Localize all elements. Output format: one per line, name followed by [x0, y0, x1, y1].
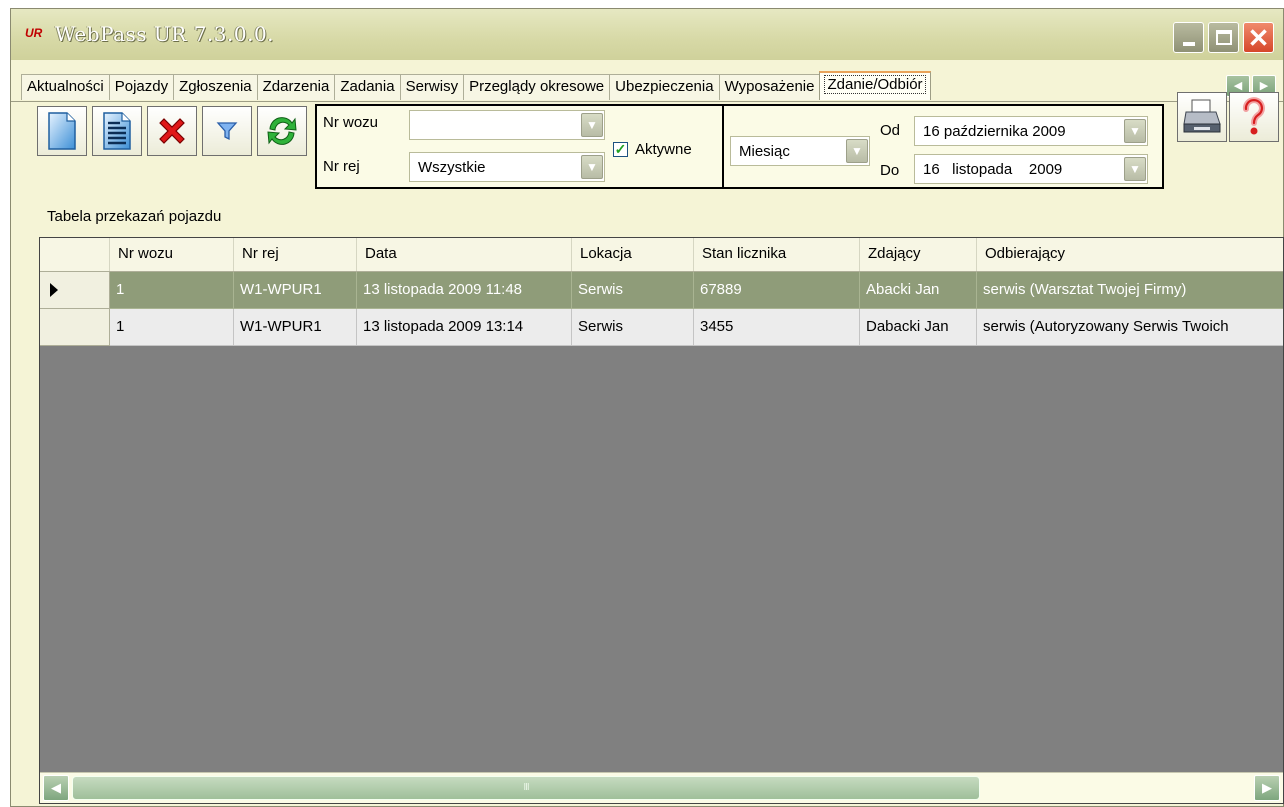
help-icon [1242, 97, 1265, 135]
table-header: Nr wozu Nr rej Data Lokacja Stan licznik… [40, 238, 1283, 272]
scroll-left-icon[interactable]: ◀ [43, 775, 69, 801]
tab-zdanie-odbior[interactable]: Zdanie/Odbiór [819, 71, 931, 100]
current-row-arrow-icon [50, 283, 58, 297]
chevron-down-icon[interactable]: ▼ [1124, 119, 1146, 143]
cell-lokacja[interactable]: Serwis [572, 272, 694, 309]
tab-przeglady[interactable]: Przeglądy okresowe [463, 74, 611, 100]
close-button[interactable]: ✕ [1243, 22, 1274, 53]
cell-lokacja[interactable]: Serwis [572, 309, 694, 346]
minimize-icon [1182, 41, 1195, 46]
from-date-picker[interactable]: 16 października 2009 ▼ [914, 116, 1148, 146]
table-row[interactable]: 1 W1-WPUR1 13 listopada 2009 11:48 Serwi… [40, 272, 1283, 309]
tab-aktualnosci[interactable]: Aktualności [21, 74, 110, 100]
filter-icon [216, 122, 238, 141]
window-title: WebPass UR 7.3.0.0. [55, 22, 275, 46]
cell-zdajacy[interactable]: Dabacki Jan [860, 309, 977, 346]
to-date-value: 16 listopada 2009 [923, 161, 1063, 178]
from-date-value: 16 października 2009 [923, 123, 1066, 140]
cell-stan-licznika[interactable]: 67889 [694, 272, 860, 309]
to-label: Do [880, 162, 900, 179]
cell-nr-rej[interactable]: W1-WPUR1 [234, 309, 357, 346]
tab-zadania[interactable]: Zadania [334, 74, 401, 100]
column-header-stan-licznika[interactable]: Stan licznika [694, 238, 860, 271]
refresh-icon [267, 117, 297, 145]
help-button[interactable] [1229, 92, 1279, 142]
active-checkbox[interactable]: ✓ [613, 142, 628, 157]
nr-wozu-label: Nr wozu [323, 114, 379, 131]
maximize-icon [1215, 30, 1232, 45]
period-combo[interactable]: Miesiąc ▼ [730, 136, 870, 166]
filter-button[interactable] [202, 106, 252, 156]
header-corner [40, 238, 110, 271]
date-range-panel: Miesiąc ▼ Od 16 października 2009 ▼ Do 1… [722, 104, 1164, 189]
print-button[interactable] [1177, 92, 1227, 142]
cell-odbierajacy[interactable]: serwis (Warsztat Twojej Firmy) [977, 272, 1283, 309]
column-header-zdajacy[interactable]: Zdający [860, 238, 977, 271]
cell-data[interactable]: 13 listopada 2009 13:14 [357, 309, 572, 346]
document-list-icon [103, 112, 131, 150]
active-label: Aktywne [635, 141, 692, 158]
column-header-nr-wozu[interactable]: Nr wozu [110, 238, 234, 271]
cell-odbierajacy[interactable]: serwis (Autoryzowany Serwis Twoich [977, 309, 1283, 346]
chevron-down-icon[interactable]: ▼ [1124, 157, 1146, 181]
nr-rej-combo[interactable]: Wszystkie ▼ [409, 152, 605, 182]
period-value: Miesiąc [739, 143, 790, 160]
cell-zdajacy[interactable]: Abacki Jan [860, 272, 977, 309]
column-header-nr-rej[interactable]: Nr rej [234, 238, 357, 271]
column-header-odbierajacy[interactable]: Odbierający [977, 238, 1283, 271]
minimize-button[interactable] [1173, 22, 1204, 53]
to-date-picker[interactable]: 16 listopada 2009 ▼ [914, 154, 1148, 184]
chevron-down-icon[interactable]: ▼ [581, 155, 603, 179]
new-button[interactable] [37, 106, 87, 156]
cell-nr-wozu[interactable]: 1 [110, 272, 234, 309]
list-button[interactable] [92, 106, 142, 156]
cell-data[interactable]: 13 listopada 2009 11:48 [357, 272, 572, 309]
cell-nr-wozu[interactable]: 1 [110, 309, 234, 346]
scrollbar-thumb[interactable]: III [72, 776, 980, 800]
cell-nr-rej[interactable]: W1-WPUR1 [234, 272, 357, 309]
table-caption: Tabela przekazań pojazdu [47, 208, 222, 225]
nr-rej-value: Wszystkie [418, 159, 486, 176]
title-bar[interactable]: UR WebPass UR 7.3.0.0. ✕ [11, 9, 1283, 60]
tab-pojazdy[interactable]: Pojazdy [108, 74, 175, 100]
nr-rej-label: Nr rej [323, 158, 360, 175]
printer-icon [1183, 99, 1221, 133]
tab-zdarzenia[interactable]: Zdarzenia [256, 74, 336, 100]
nr-wozu-combo[interactable]: ▼ [409, 110, 605, 140]
delete-button[interactable] [147, 106, 197, 156]
tab-serwisy[interactable]: Serwisy [399, 74, 465, 100]
chevron-down-icon[interactable]: ▼ [846, 139, 868, 163]
handover-table: Nr wozu Nr rej Data Lokacja Stan licznik… [39, 237, 1284, 804]
tab-active-label: Zdanie/Odbiór [824, 75, 926, 94]
tab-divider [11, 101, 1283, 102]
row-header[interactable] [40, 272, 110, 309]
horizontal-scrollbar[interactable]: ◀ III ▶ [40, 772, 1283, 803]
row-header[interactable] [40, 309, 110, 346]
refresh-button[interactable] [257, 106, 307, 156]
table-row[interactable]: 1 W1-WPUR1 13 listopada 2009 13:14 Serwi… [40, 309, 1283, 346]
app-logo-icon: UR [25, 26, 43, 40]
close-icon: ✕ [1247, 22, 1270, 53]
chevron-down-icon[interactable]: ▼ [581, 113, 603, 137]
scroll-right-icon[interactable]: ▶ [1254, 775, 1280, 801]
column-header-data[interactable]: Data [357, 238, 572, 271]
column-header-lokacja[interactable]: Lokacja [572, 238, 694, 271]
tab-wyposazenie[interactable]: Wyposażenie [718, 74, 821, 100]
tab-zgloszenia[interactable]: Zgłoszenia [173, 74, 258, 100]
from-label: Od [880, 122, 901, 139]
vehicle-filter-panel: Nr wozu ▼ Nr rej Wszystkie ▼ ✓ Aktywne [315, 104, 724, 189]
maximize-button[interactable] [1208, 22, 1239, 53]
app-window: UR WebPass UR 7.3.0.0. ✕ Aktualności Poj… [10, 8, 1284, 807]
tab-ubezpieczenia[interactable]: Ubezpieczenia [609, 74, 720, 100]
tab-bar: Aktualności Pojazdy Zgłoszenia Zdarzenia… [21, 71, 931, 100]
delete-icon [159, 118, 185, 144]
new-document-icon [48, 112, 76, 150]
cell-stan-licznika[interactable]: 3455 [694, 309, 860, 346]
